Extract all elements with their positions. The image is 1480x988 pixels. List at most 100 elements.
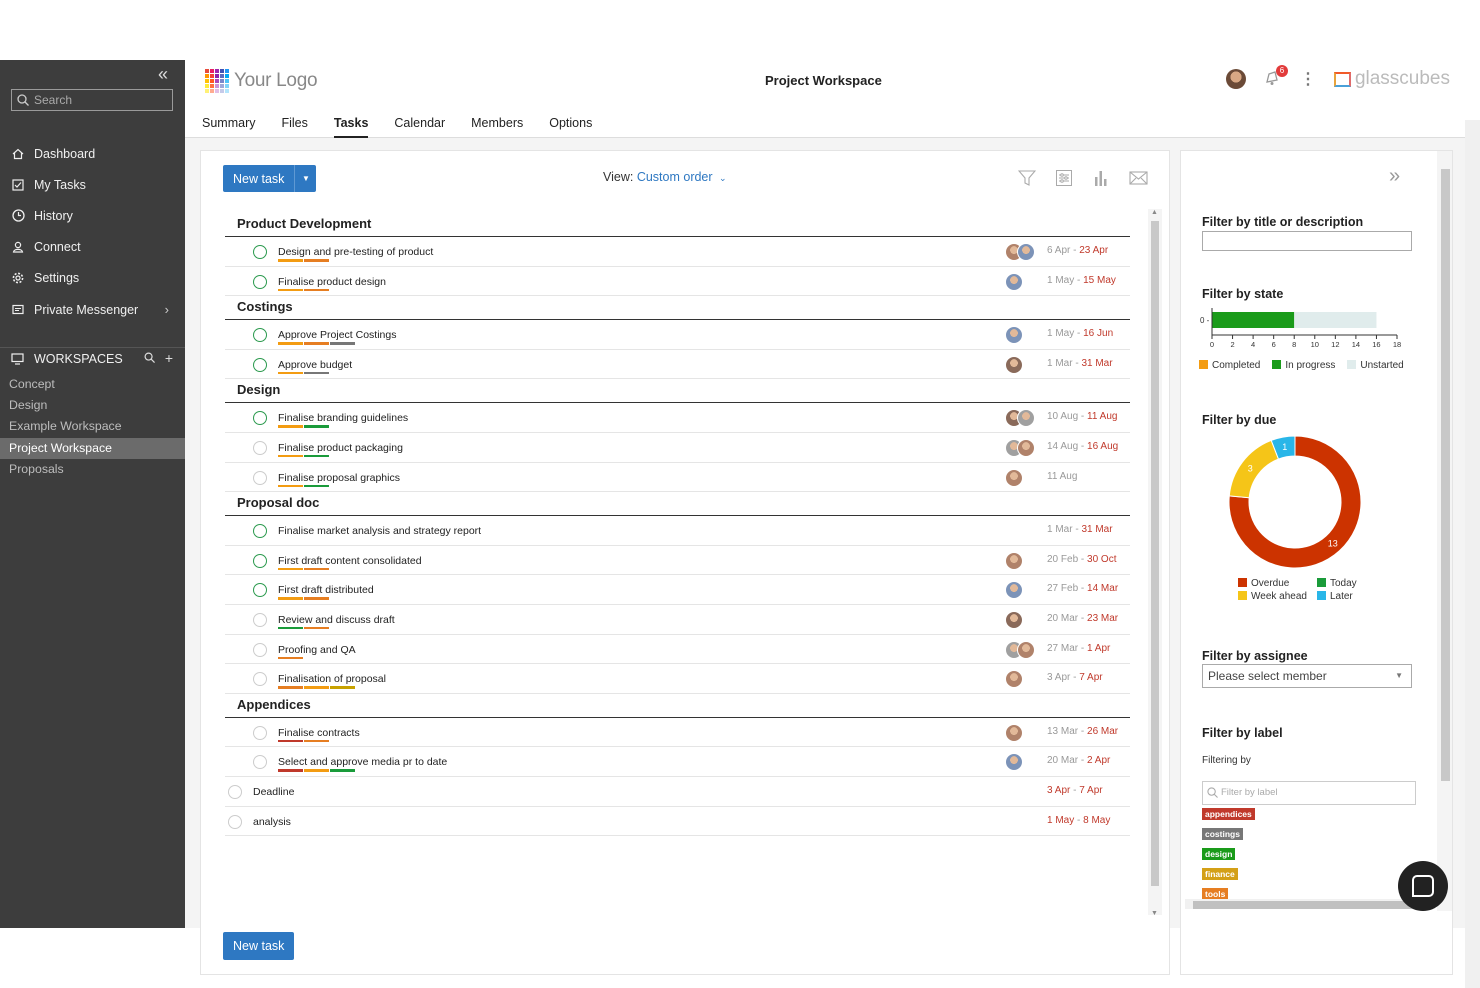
assignee-avatar[interactable] [1005,610,1023,629]
task-checkbox[interactable] [253,755,267,770]
task-row[interactable]: Finalise contracts 13 Mar - 26 Mar [225,718,1130,748]
legend-overdue[interactable]: Overdue [1238,578,1307,589]
task-row[interactable]: Finalise product packaging 14 Aug - 16 Au… [225,433,1130,463]
scroll-thumb[interactable] [1441,169,1450,781]
task-group-heading[interactable]: Costings [225,296,1130,321]
task-checkbox[interactable] [253,642,267,657]
task-name[interactable]: analysis [253,816,291,828]
chart-icon[interactable] [1091,168,1111,188]
sidebar-item-my-tasks[interactable]: My Tasks [0,169,185,200]
chat-launcher-button[interactable] [1398,861,1448,911]
notification-bell-icon[interactable]: 6 [1264,65,1288,88]
filter-horizontal-scrollbar[interactable] [1185,899,1435,909]
task-checkbox[interactable] [253,612,267,627]
task-checkbox[interactable] [253,672,267,687]
due-slice-week-ahead[interactable] [1228,439,1280,499]
task-checkbox[interactable] [253,411,267,426]
assignee-avatar[interactable] [1005,723,1023,742]
task-name[interactable]: Design and pre-testing of product [278,246,433,258]
assignee-select[interactable]: Please select member ▼ [1202,664,1412,688]
workspace-item-active[interactable]: Project Workspace [0,437,185,459]
tab-summary[interactable]: Summary [202,116,268,138]
task-row[interactable]: Finalise branding guidelines 10 Aug - 11 … [225,403,1130,433]
user-avatar[interactable] [1225,69,1246,89]
collapse-sidebar-icon[interactable]: « [158,64,168,85]
task-checkbox[interactable] [253,583,267,598]
task-name[interactable]: Finalise proposal graphics [278,472,400,484]
legend-in-progress[interactable]: In progress [1272,360,1335,371]
task-checkbox[interactable] [253,553,267,568]
legend-unstarted[interactable]: Unstarted [1347,360,1404,371]
new-task-bottom-button[interactable]: New task [223,932,295,960]
assignee-avatar[interactable] [1005,326,1023,345]
task-scrollbar[interactable]: ▲ ▼ [1148,209,1162,917]
task-name[interactable]: Approve Project Costings [278,329,396,341]
assignee-avatar[interactable] [1017,243,1035,261]
legend-today[interactable]: Today [1316,578,1357,589]
task-name[interactable]: Review and discuss draft [278,614,395,626]
state-chart[interactable]: 0 - 0 2 4 6 8 10 12 14 16 18 [1197,306,1422,356]
settings-sliders-icon[interactable] [1054,168,1074,188]
task-row[interactable]: Select and approve media pr to date 20 Ma… [225,747,1130,777]
more-menu-icon[interactable]: ⋮ [1300,69,1316,89]
view-selector[interactable]: View: Custom order ⌄ [603,170,727,184]
scroll-up-icon[interactable]: ▲ [1151,209,1158,216]
new-task-dropdown-icon[interactable]: ▼ [294,165,316,192]
task-checkbox[interactable] [228,814,242,829]
task-row[interactable]: Finalise market analysis and strategy re… [225,516,1130,546]
sidebar-item-history[interactable]: History [0,200,185,231]
task-name[interactable]: Select and approve media pr to date [278,756,447,768]
label-search-input[interactable]: Filter by label [1202,781,1416,805]
workspace-item[interactable]: Example Workspace [0,416,185,437]
task-row[interactable]: Design and pre-testing of product 6 Apr -… [225,237,1130,267]
task-row[interactable]: Finalise proposal graphics 11 Aug [225,463,1130,493]
assignee-avatar[interactable] [1005,468,1023,487]
label-tag[interactable]: appendices [1202,808,1255,820]
legend-later[interactable]: Later [1316,591,1357,602]
collapse-filter-icon[interactable]: » [1389,165,1400,188]
tab-tasks[interactable]: Tasks [321,116,382,138]
task-row[interactable]: First draft distributed 27 Feb - 14 Mar [225,575,1130,605]
workspace-item[interactable]: Design [0,395,185,416]
task-row[interactable]: Finalisation of proposal 3 Apr - 7 Apr [225,664,1130,694]
add-workspace-icon[interactable]: + [165,350,173,366]
task-checkbox[interactable] [228,784,242,799]
scroll-thumb[interactable] [1193,901,1418,909]
assignee-avatar[interactable] [1005,272,1023,291]
sidebar-item-private-messenger[interactable]: Private Messenger › [0,294,185,325]
assignee-avatar[interactable] [1017,640,1035,659]
task-group-heading[interactable]: Product Development [225,213,1130,237]
workspace-item[interactable]: Proposals [0,459,185,480]
task-name[interactable]: First draft distributed [278,584,374,596]
workspace-item[interactable]: Concept [0,374,185,395]
email-icon[interactable] [1128,168,1148,188]
tab-members[interactable]: Members [458,116,536,138]
workspace-search-icon[interactable] [144,350,155,366]
task-row[interactable]: First draft content consolidated 20 Feb -… [225,546,1130,576]
task-group-heading[interactable]: Design [225,379,1130,404]
task-checkbox[interactable] [253,357,267,372]
legend-week-ahead[interactable]: Week ahead [1238,591,1307,602]
assignee-avatar[interactable] [1005,753,1023,772]
due-chart[interactable]: 1 13 3 [1227,434,1363,570]
task-row[interactable]: Review and discuss draft 20 Mar - 23 Mar [225,605,1130,635]
tab-calendar[interactable]: Calendar [381,116,458,138]
assignee-avatar[interactable] [1005,551,1023,570]
scroll-down-icon[interactable]: ▼ [1151,910,1158,917]
task-name[interactable]: Finalise product design [278,276,386,288]
filter-scrollbar[interactable] [1437,151,1452,911]
task-row[interactable]: Approve Project Costings 1 May - 16 Jun [225,320,1130,350]
task-row[interactable]: Proofing and QA 27 Mar - 1 Apr [225,635,1130,665]
assignee-avatar[interactable] [1017,438,1035,457]
task-checkbox[interactable] [253,274,267,289]
legend-completed[interactable]: Completed [1199,360,1260,371]
filter-title-input[interactable] [1202,231,1412,251]
task-name[interactable]: Approve budget [278,359,352,371]
task-row[interactable]: Finalise product design 1 May - 15 May [225,267,1130,297]
search-input[interactable]: Search [11,89,173,111]
task-name[interactable]: Finalise branding guidelines [278,412,408,424]
task-name[interactable]: Deadline [253,786,294,798]
state-bar-in-progress[interactable] [1212,312,1295,328]
task-checkbox[interactable] [253,328,267,343]
assignee-avatar[interactable] [1005,581,1023,600]
